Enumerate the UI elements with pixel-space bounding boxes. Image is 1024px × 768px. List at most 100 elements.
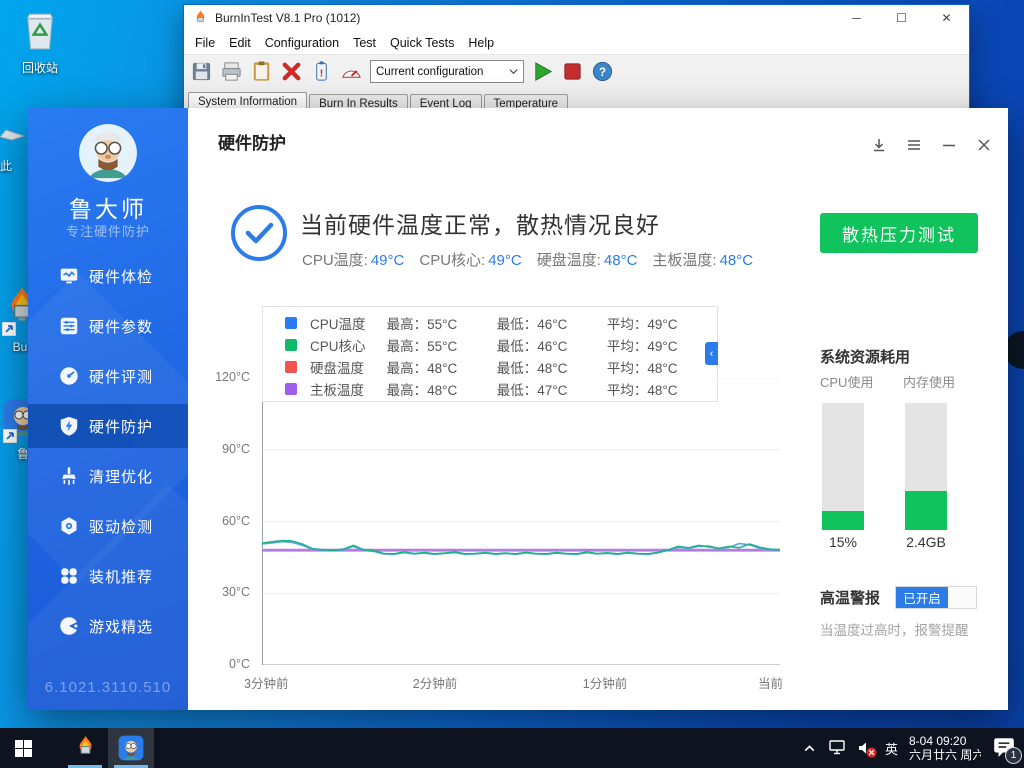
burnintest-taskbar-icon <box>73 735 98 762</box>
action-center-icon[interactable]: 1 <box>992 735 1018 761</box>
burnintest-app-icon <box>192 10 209 27</box>
app-tagline: 专注硬件防护 <box>28 221 188 240</box>
toggle-on-label: 已开启 <box>896 587 948 608</box>
legend-avg: 平均：48°C <box>607 379 717 399</box>
legend-series-name: 主板温度 <box>310 379 387 399</box>
app-version: 6.1021.3110.510 <box>28 679 188 696</box>
resource-bar <box>822 403 864 530</box>
shield-bolt-icon <box>58 415 80 437</box>
legend-min: 最低：48°C <box>497 357 607 377</box>
legend-swatch <box>285 361 297 373</box>
chart-y-tick-label: 30°C <box>190 585 250 599</box>
taskbar-item-burnintest[interactable] <box>62 728 108 768</box>
chart-x-tick-label: 3分钟前 <box>244 673 288 692</box>
network-icon[interactable] <box>829 740 846 757</box>
temperature-value: 49°C <box>371 252 405 269</box>
menu-file[interactable]: File <box>188 36 222 50</box>
minimize-button[interactable]: ─ <box>834 5 879 31</box>
chart-x-tick-label: 当前 <box>758 673 783 692</box>
sidebar-item-hardware-check[interactable]: 硬件体检 <box>28 254 188 298</box>
close-icon[interactable] <box>976 137 992 153</box>
status-ok-icon <box>230 204 288 262</box>
menu-help[interactable]: Help <box>461 36 501 50</box>
chart-y-tick-label: 90°C <box>190 442 250 456</box>
meter-icon[interactable]: ! <box>310 60 333 83</box>
download-icon[interactable] <box>871 137 887 153</box>
sidebar-item-driver-detect[interactable]: 驱动检测 <box>28 504 188 548</box>
close-button[interactable]: ✕ <box>924 5 969 31</box>
resource-bar-label: CPU使用 <box>820 372 873 391</box>
resource-bar-fill <box>822 511 864 530</box>
sidebar-item-hardware-protect[interactable]: 硬件防护 <box>28 404 188 448</box>
minimize-icon[interactable] <box>941 137 957 153</box>
save-icon[interactable] <box>190 60 213 83</box>
legend-min: 最低：46°C <box>497 335 607 355</box>
menu-quick-tests[interactable]: Quick Tests <box>383 36 461 50</box>
sidebar-item-label: 硬件评测 <box>89 366 153 387</box>
taskbar: 英 8-04 09:20 六月廿六 周六 1 <box>0 728 1024 768</box>
sidebar-item-label: 硬件参数 <box>89 316 153 337</box>
stop-icon[interactable] <box>561 60 584 83</box>
alert-title: 高温警报 <box>820 587 880 608</box>
taskbar-item-ludashi[interactable] <box>108 728 154 768</box>
ludashi-sidebar: 鲁大师 专注硬件防护 硬件体检硬件参数硬件评测硬件防护清理优化驱动检测装机推荐游… <box>28 108 188 710</box>
dial-icon[interactable] <box>340 60 363 83</box>
temperature-value: 48°C <box>604 252 638 269</box>
clover-icon <box>58 565 80 587</box>
delete-icon[interactable] <box>280 60 303 83</box>
sidebar-item-build-recommend[interactable]: 装机推荐 <box>28 554 188 598</box>
chart-x-tick-label: 1分钟前 <box>583 673 627 692</box>
resource-bar-fill <box>905 491 947 530</box>
legend-swatch <box>285 317 297 329</box>
clipboard-icon[interactable] <box>250 60 273 83</box>
high-temp-alert-toggle[interactable]: 已开启 <box>895 586 977 609</box>
help-icon[interactable]: ? <box>591 60 614 83</box>
maximize-button[interactable]: ☐ <box>879 5 924 31</box>
sidebar-item-game-picks[interactable]: 游戏精选 <box>28 604 188 648</box>
resources-title: 系统资源耗用 <box>820 346 910 367</box>
sidebar-menu: 硬件体检硬件参数硬件评测硬件防护清理优化驱动检测装机推荐游戏精选 <box>28 254 188 654</box>
legend-row: CPU核心最高：55°C最低：46°C平均：49°C <box>263 334 717 356</box>
chart-y-tick-label: 0°C <box>190 657 250 671</box>
burnintest-titlebar[interactable]: BurnInTest V8.1 Pro (1012) ─ ☐ ✕ <box>184 5 969 31</box>
sidebar-item-label: 驱动检测 <box>89 516 153 537</box>
burnintest-menubar: FileEditConfigurationTestQuick TestsHelp <box>184 31 969 55</box>
gauge-icon <box>58 365 80 387</box>
status-headline: 当前硬件温度正常，散热情况良好 <box>300 206 660 240</box>
sidebar-item-label: 硬件防护 <box>89 416 153 437</box>
configuration-dropdown-value: Current configuration <box>376 66 483 78</box>
status-temperatures: CPU温度:49°CCPU核心:49°C硬盘温度:48°C主板温度:48°C <box>302 249 753 270</box>
start-button[interactable] <box>0 728 46 768</box>
input-language-indicator[interactable]: 英 <box>885 739 898 758</box>
resource-bar <box>905 403 947 530</box>
menu-icon[interactable] <box>906 137 922 153</box>
resource-bar-value: 2.4GB <box>905 534 947 550</box>
volume-muted-icon[interactable] <box>857 740 874 757</box>
configuration-dropdown[interactable]: Current configuration <box>370 60 524 83</box>
taskbar-clock[interactable]: 8-04 09:20 六月廿六 周六 <box>909 734 981 762</box>
menu-test[interactable]: Test <box>346 36 383 50</box>
temperature-value: 49°C <box>488 252 522 269</box>
desktop-icon-recycle-bin[interactable]: 回收站 <box>8 10 72 76</box>
temperature-label: CPU核心: <box>419 252 485 269</box>
app-name: 鲁大师 <box>28 190 188 224</box>
legend-collapse-button[interactable]: ‹ <box>705 342 718 365</box>
sidebar-item-label: 硬件体检 <box>89 266 153 287</box>
sidebar-item-hardware-params[interactable]: 硬件参数 <box>28 304 188 348</box>
print-icon[interactable] <box>220 60 243 83</box>
play-icon[interactable] <box>531 60 554 83</box>
chevron-down-icon <box>509 67 518 76</box>
sidebar-item-clean-optimize[interactable]: 清理优化 <box>28 454 188 498</box>
windows-logo-icon <box>15 740 32 757</box>
stress-test-button[interactable]: 散热压力测试 <box>820 213 978 253</box>
monitor-pulse-icon <box>58 265 80 287</box>
tray-expand-chevron-icon[interactable] <box>801 740 818 757</box>
ludashi-taskbar-icon <box>118 735 144 761</box>
legend-min: 最低：47°C <box>497 379 607 399</box>
notification-badge: 1 <box>1005 747 1022 764</box>
menu-edit[interactable]: Edit <box>222 36 258 50</box>
menu-configuration[interactable]: Configuration <box>258 36 346 50</box>
sidebar-item-label: 装机推荐 <box>89 566 153 587</box>
legend-swatch <box>285 339 297 351</box>
sidebar-item-hardware-bench[interactable]: 硬件评测 <box>28 354 188 398</box>
